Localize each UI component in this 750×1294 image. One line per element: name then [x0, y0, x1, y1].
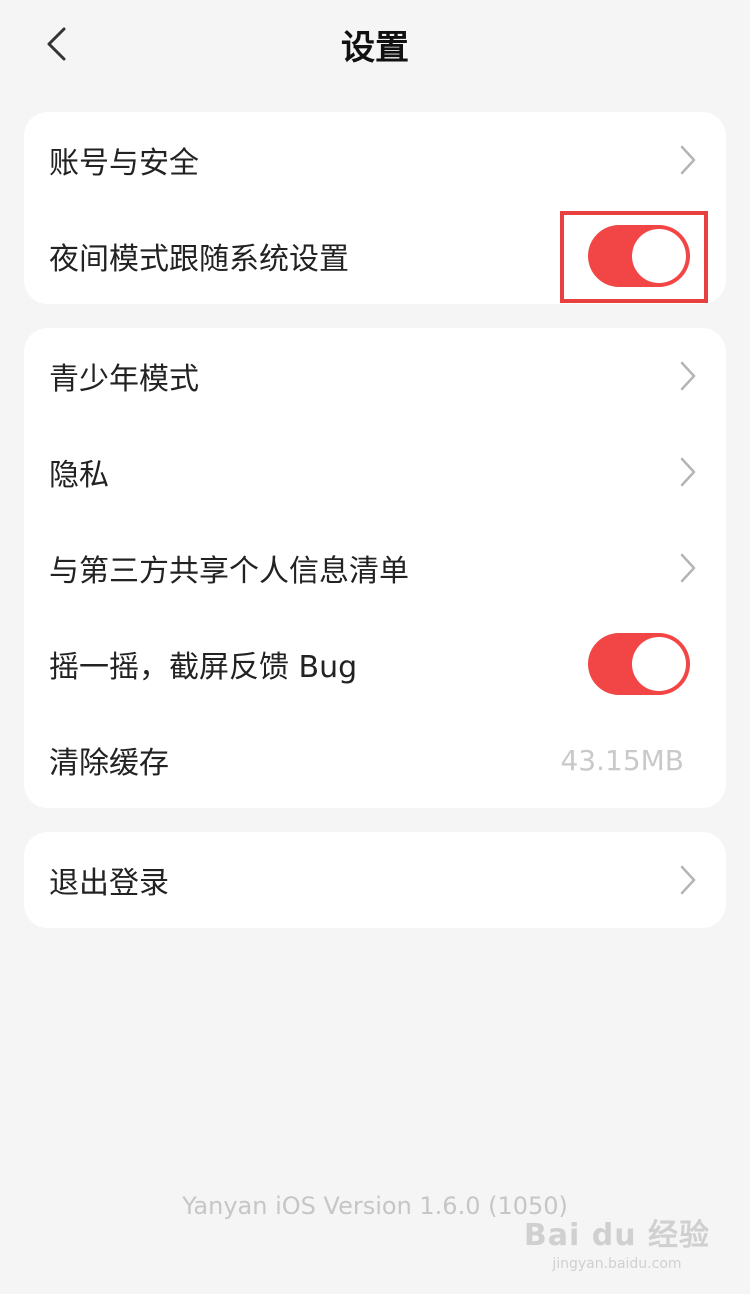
third-party-sharing-row[interactable]: 与第三方共享个人信息清单 [24, 520, 726, 616]
chevron-right-icon [680, 553, 696, 583]
settings-group-logout: 退出登录 [24, 832, 726, 928]
privacy-row[interactable]: 隐私 [24, 424, 726, 520]
shake-feedback-toggle[interactable] [588, 633, 690, 695]
shake-feedback-label: 摇一摇，截屏反馈 Bug [49, 650, 358, 685]
chevron-right-icon [680, 865, 696, 895]
cache-size-value: 43.15MB [560, 743, 684, 777]
toggle-knob [632, 637, 686, 691]
watermark-sub-text: jingyan.baidu.com [552, 1256, 682, 1272]
night-mode-label: 夜间模式跟随系统设置 [49, 242, 349, 277]
privacy-label: 隐私 [49, 458, 109, 493]
account-security-row[interactable]: 账号与安全 [24, 112, 726, 208]
clear-cache-row[interactable]: 清除缓存 43.15MB [24, 712, 726, 808]
clear-cache-label: 清除缓存 [49, 746, 169, 781]
chevron-right-icon [680, 361, 696, 391]
chevron-right-icon [680, 145, 696, 175]
logout-row[interactable]: 退出登录 [24, 832, 726, 928]
page-title: 设置 [341, 28, 409, 68]
watermark-main-text: Bai du 经验 [523, 1218, 710, 1253]
logout-label: 退出登录 [49, 866, 169, 901]
chevron-right-icon [680, 457, 696, 487]
teen-mode-row[interactable]: 青少年模式 [24, 328, 726, 424]
teen-mode-label: 青少年模式 [49, 362, 199, 397]
third-party-sharing-label: 与第三方共享个人信息清单 [49, 554, 409, 589]
highlight-annotation-box [560, 211, 708, 303]
settings-group-general: 青少年模式 隐私 与第三方共享个人信息清单 摇一摇，截屏反馈 Bug 清除缓存 … [24, 328, 726, 808]
nav-bar: 设置 [0, 0, 750, 90]
baidu-watermark: Bai du 经验 jingyan.baidu.com [524, 1210, 710, 1272]
shake-feedback-row: 摇一摇，截屏反馈 Bug [24, 616, 726, 712]
account-security-label: 账号与安全 [49, 146, 199, 181]
